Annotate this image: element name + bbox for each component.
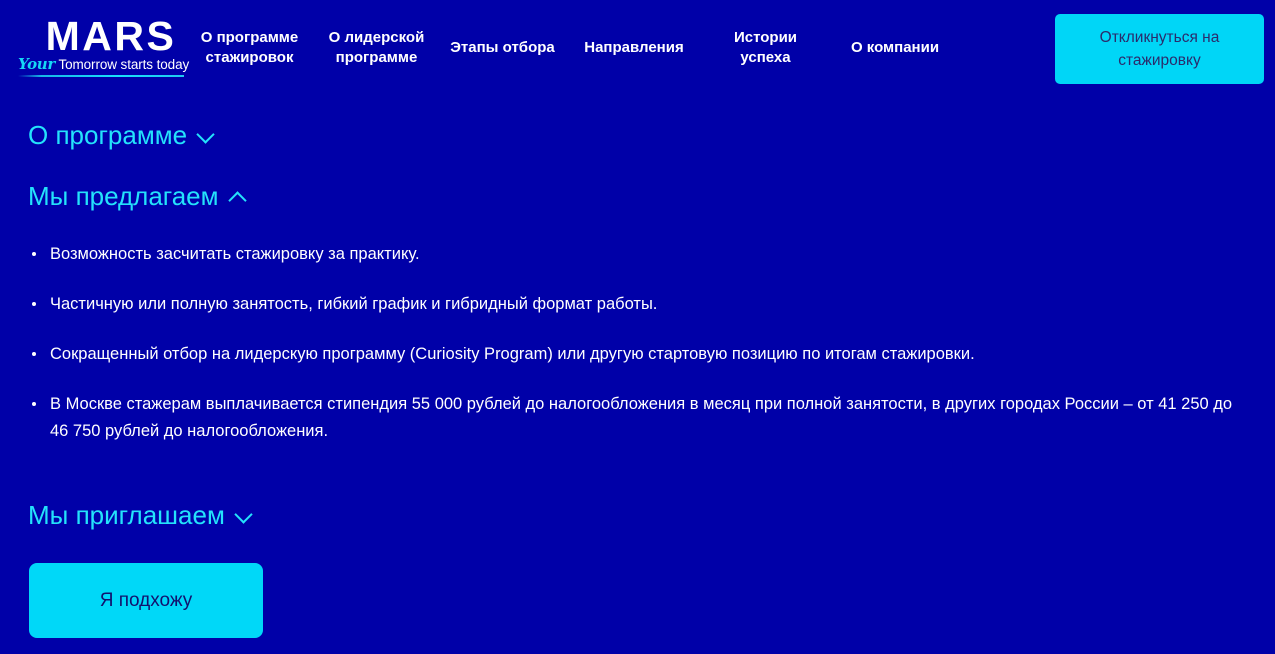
nav-item-success-stories[interactable]: Истории успеха <box>703 28 828 68</box>
nav-item-selection-stages[interactable]: Этапы отбора <box>440 38 565 58</box>
list-item: Возможность засчитать стажировку за прак… <box>28 241 1253 268</box>
main-navigation: О программе стажировок О лидерской прогр… <box>186 0 962 96</box>
logo-tagline: Your Tomorrow starts today <box>18 55 198 73</box>
logo-tagline-rest: Tomorrow starts today <box>55 57 190 72</box>
nav-item-leadership-program[interactable]: О лидерской программе <box>313 28 440 68</box>
logo-tagline-script: Your <box>18 55 56 73</box>
mars-logo[interactable]: MARS Your Tomorrow starts today <box>18 16 198 80</box>
chevron-down-icon <box>197 127 214 144</box>
chevron-up-icon <box>229 188 246 205</box>
accordion-title: О программе <box>28 120 188 150</box>
accordion-title: Мы предлагаем <box>28 181 219 211</box>
logo-wordmark: MARS <box>45 13 177 59</box>
nav-item-directions[interactable]: Направления <box>565 38 703 58</box>
offers-list: Возможность засчитать стажировку за прак… <box>28 241 1253 445</box>
apply-for-internship-button[interactable]: Откликнуться на стажировку <box>1055 14 1264 84</box>
accordion-header-we-offer[interactable]: Мы предлагаем <box>28 181 246 211</box>
i-am-a-good-fit-button[interactable]: Я подхожу <box>29 563 263 638</box>
nav-item-about-company[interactable]: О компании <box>828 38 962 58</box>
page-root: MARS Your Tomorrow starts today О програ… <box>0 0 1275 654</box>
site-header: MARS Your Tomorrow starts today О програ… <box>0 0 1275 96</box>
accordion-title: Мы приглашаем <box>28 500 225 530</box>
list-item: Сокращенный отбор на лидерскую программу… <box>28 341 1253 368</box>
chevron-down-icon <box>235 507 252 524</box>
list-item: В Москве стажерам выплачивается стипенди… <box>28 391 1253 445</box>
accordion-header-about-program[interactable]: О программе <box>28 120 214 150</box>
accordion-header-we-invite[interactable]: Мы приглашаем <box>28 500 252 530</box>
logo-underline <box>18 75 184 77</box>
nav-item-internship-program[interactable]: О программе стажировок <box>186 28 313 68</box>
list-item: Частичную или полную занятость, гибкий г… <box>28 291 1253 318</box>
